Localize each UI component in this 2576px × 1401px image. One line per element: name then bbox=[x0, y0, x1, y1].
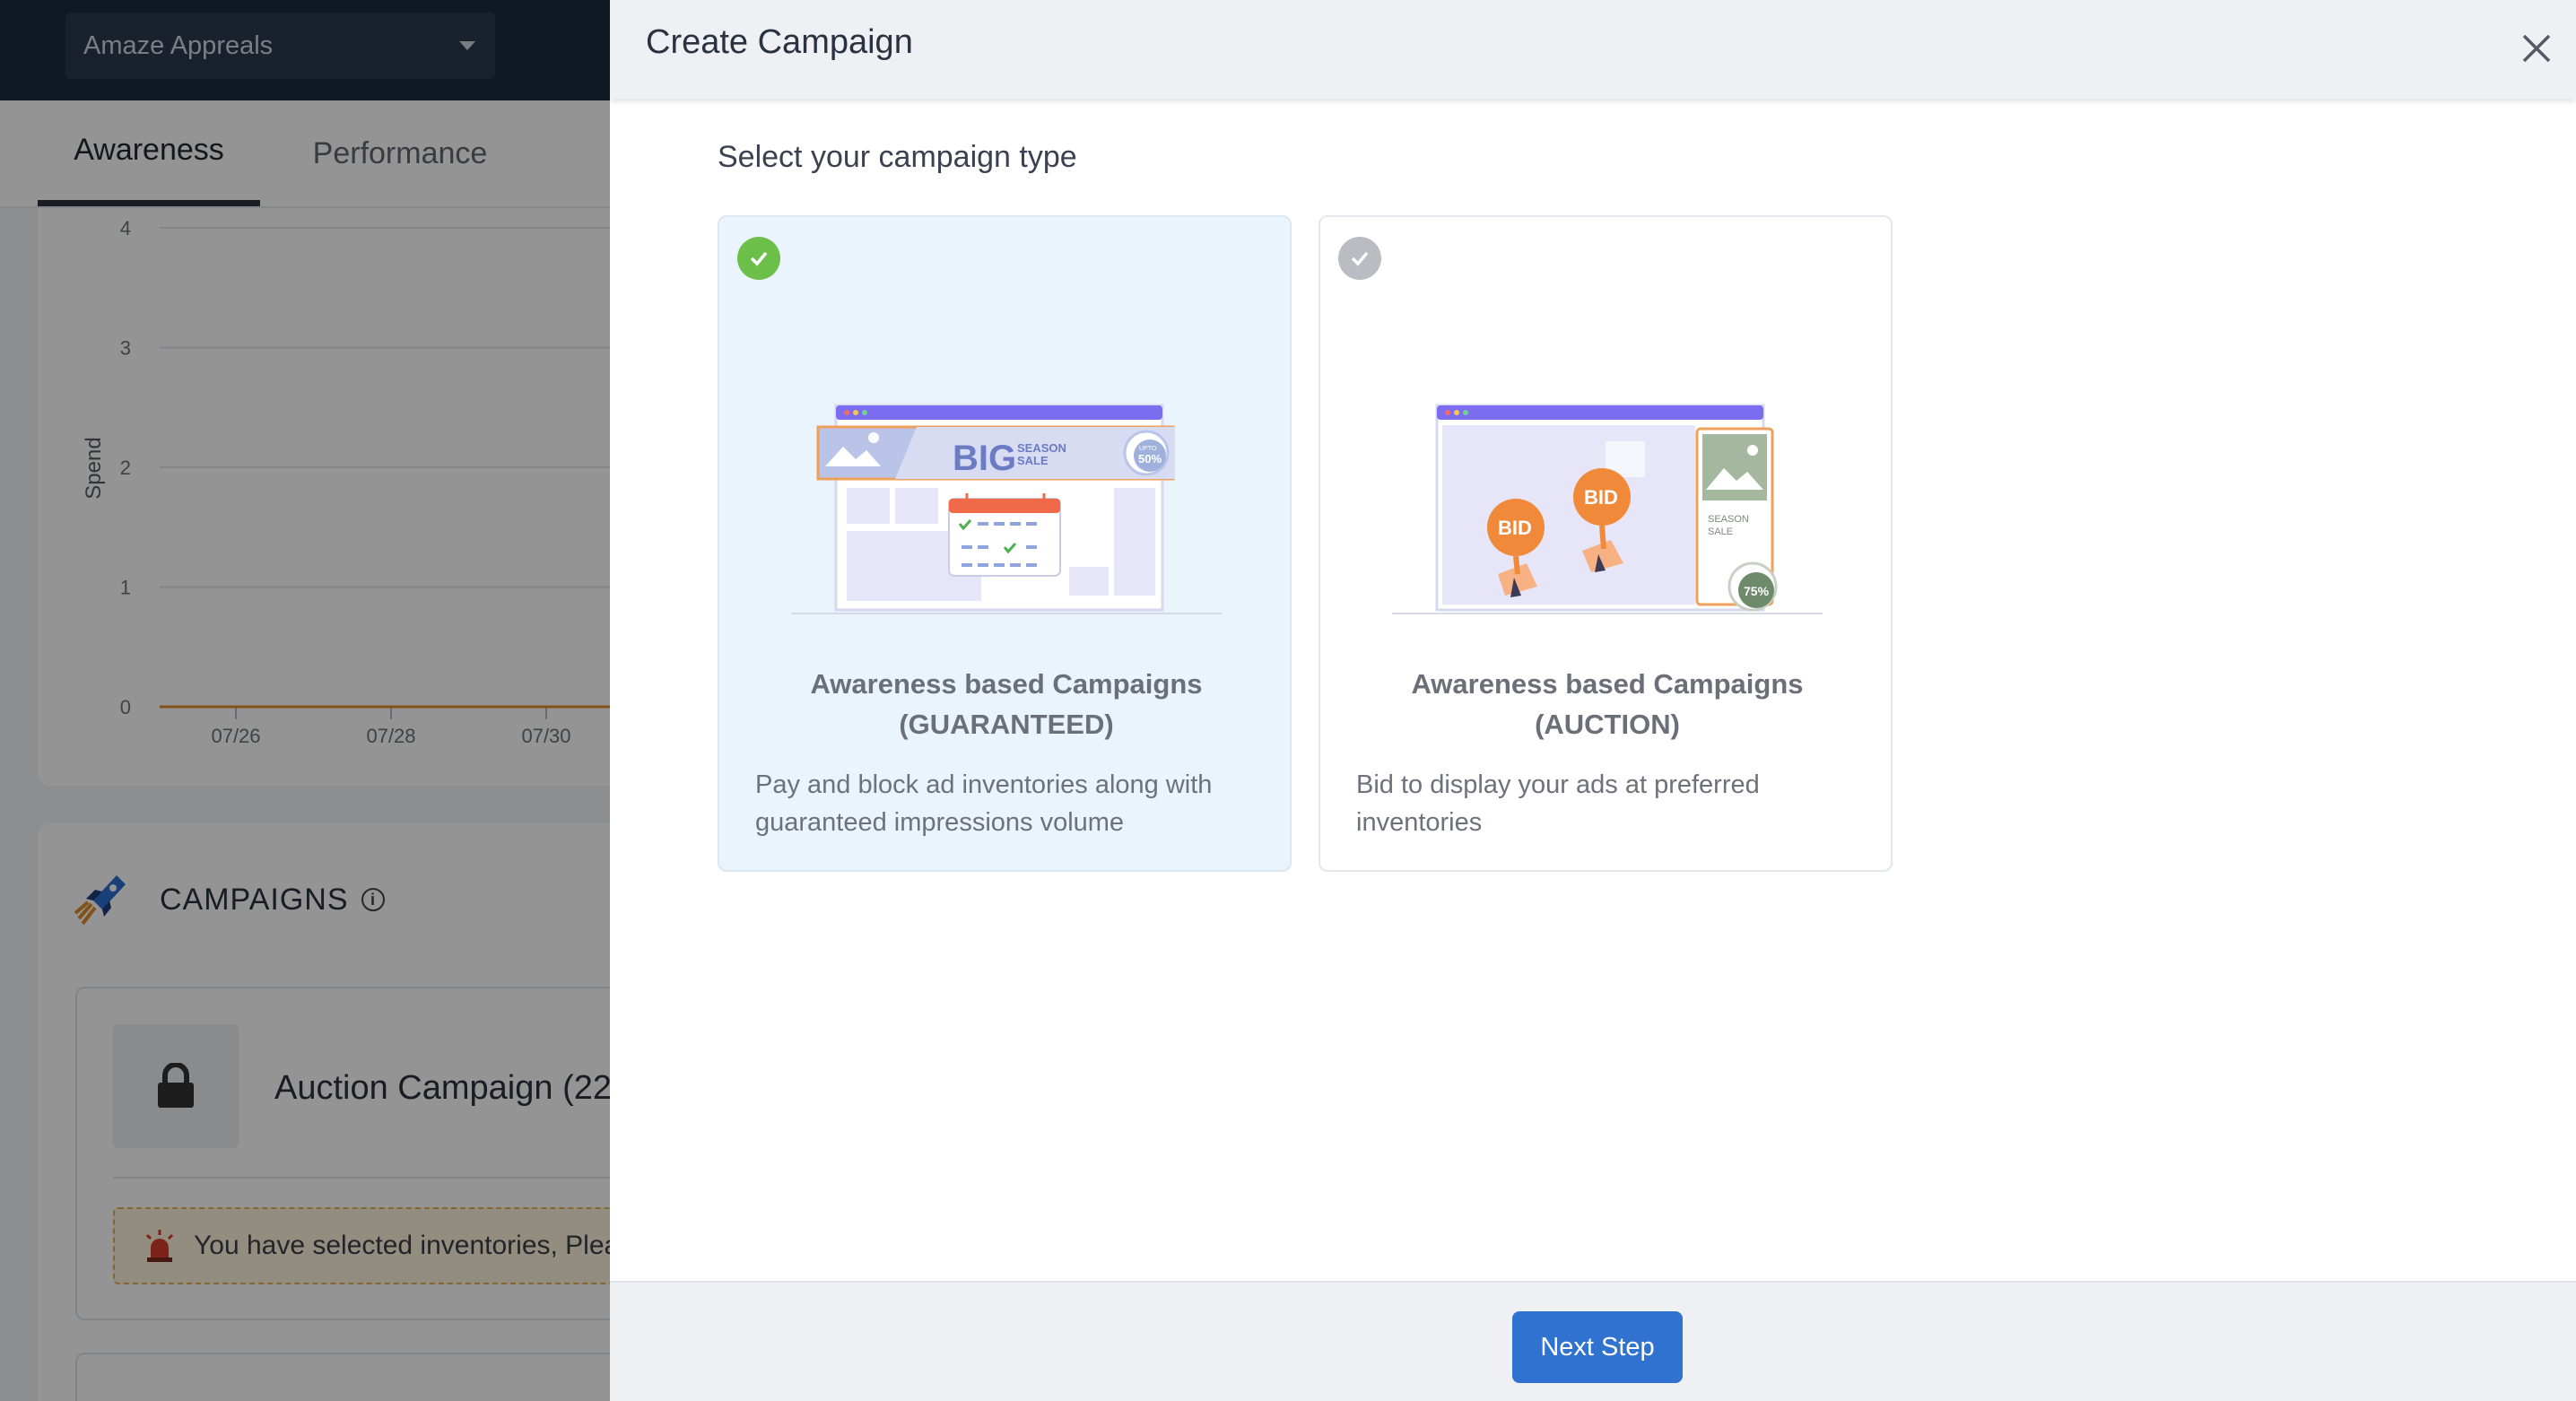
guaranteed-illustration: BIG SEASON SALE UPTO 50% bbox=[791, 404, 1222, 614]
guaranteed-description: Pay and block ad inventories along with … bbox=[755, 770, 1213, 837]
badge-75-text: 75% bbox=[1744, 584, 1770, 598]
next-step-button[interactable]: Next Step bbox=[1512, 1311, 1683, 1383]
season-text: SEASON bbox=[1017, 441, 1066, 455]
guaranteed-title-line2: (GUARANTEED) bbox=[899, 709, 1114, 740]
season-text: SEASON bbox=[1708, 514, 1749, 525]
unselected-check-icon bbox=[1338, 237, 1381, 280]
bid-text-2: BID bbox=[1584, 486, 1618, 509]
drawer-header: Create Campaign bbox=[610, 0, 2576, 99]
sale-text: SALE bbox=[1708, 526, 1733, 537]
auction-title: Awareness based Campaigns (AUCTION) bbox=[1338, 664, 1876, 744]
create-campaign-drawer: Create Campaign Select your campaign typ… bbox=[610, 0, 2576, 1401]
guaranteed-title: Awareness based Campaigns (GUARANTEED) bbox=[737, 664, 1275, 744]
auction-title-line1: Awareness based Campaigns bbox=[1411, 668, 1804, 700]
section-label: Select your campaign type bbox=[718, 140, 1077, 174]
close-icon bbox=[2522, 34, 2551, 63]
big-text: BIG bbox=[953, 439, 1016, 478]
sale-text: SALE bbox=[1017, 454, 1049, 467]
drawer-title: Create Campaign bbox=[646, 23, 913, 61]
close-button[interactable] bbox=[2513, 25, 2560, 72]
auction-illustration: SEASON SALE 75% BID BID bbox=[1392, 404, 1823, 614]
upto-text: UPTO bbox=[1139, 446, 1157, 452]
badge-50-text: 50% bbox=[1138, 452, 1162, 466]
guaranteed-title-line1: Awareness based Campaigns bbox=[810, 668, 1203, 700]
auction-title-line2: (AUCTION) bbox=[1535, 709, 1680, 740]
campaign-type-guaranteed[interactable]: BIG SEASON SALE UPTO 50% Awareness based… bbox=[718, 215, 1292, 872]
drawer-footer: Next Step bbox=[610, 1281, 2576, 1401]
auction-description: Bid to display your ads at preferred inv… bbox=[1356, 770, 1760, 837]
campaign-type-auction[interactable]: SEASON SALE 75% BID BID Awareness based … bbox=[1318, 215, 1893, 872]
selected-check-icon bbox=[737, 237, 780, 280]
bid-text-1: BID bbox=[1498, 517, 1532, 539]
